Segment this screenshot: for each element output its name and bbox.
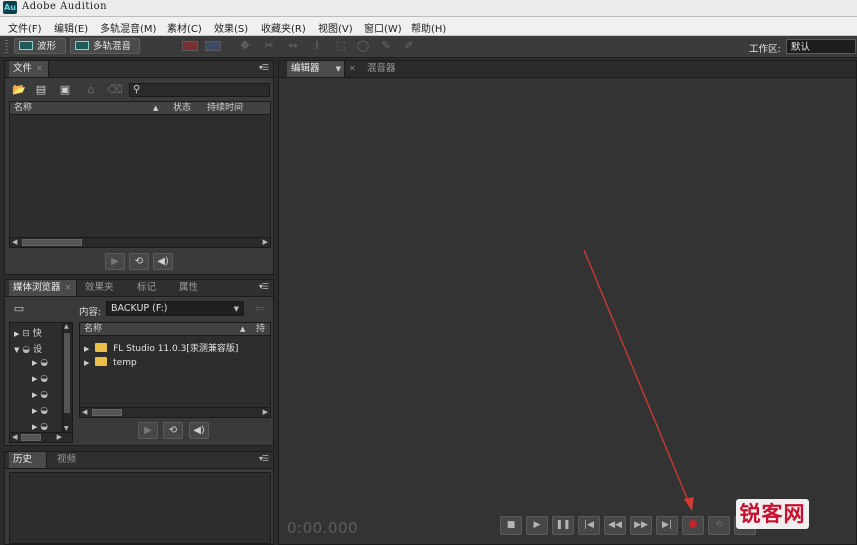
play-button[interactable]: ▶ — [526, 516, 548, 535]
stop-button[interactable]: ■ — [500, 516, 522, 535]
pause-button[interactable]: ❚❚ — [552, 516, 574, 535]
watermark: 锐客网 — [736, 499, 809, 529]
annotation-arrow-line — [583, 249, 690, 504]
rewind-button[interactable]: ◀◀ — [604, 516, 626, 535]
go-to-start-button[interactable]: |◀ — [578, 516, 600, 535]
go-to-end-button[interactable]: ▶| — [656, 516, 678, 535]
fast-forward-button[interactable]: ▶▶ — [630, 516, 652, 535]
record-button[interactable] — [682, 516, 704, 535]
time-display: 0:00.000 — [287, 519, 359, 537]
record-icon — [689, 520, 697, 528]
annotation-arrow — [583, 249, 694, 511]
annotation-arrowhead — [684, 497, 694, 511]
loop-playback-button[interactable]: ⟲ — [708, 516, 730, 535]
